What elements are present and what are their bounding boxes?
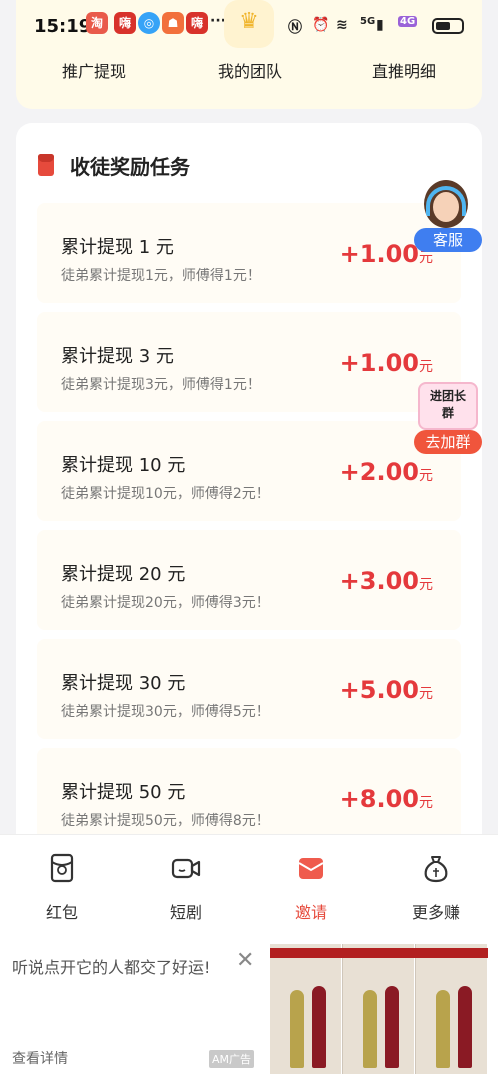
reward-amount: +3.00 <box>339 567 419 595</box>
tab-label: 邀请 <box>294 903 327 922</box>
reward-unit: 元 <box>419 795 433 811</box>
task-reward: +1.00元 <box>340 349 433 377</box>
ad-details-link[interactable]: 查看详情 <box>12 1048 68 1068</box>
reward-unit: 元 <box>419 577 433 593</box>
alarm-icon: ⏰ <box>312 17 330 33</box>
customer-service-avatar-icon <box>424 180 468 228</box>
task-title: 累计提现 1 元 <box>61 237 174 258</box>
task-reward: +5.00元 <box>340 676 433 704</box>
task-desc: 徒弟累计提现3元，师傅得1元！ <box>61 377 261 393</box>
tab-label: 更多赚 <box>411 903 460 922</box>
reward-amount: +1.00 <box>339 240 419 268</box>
ad-banner[interactable]: 听说点开它的人都交了好运! ✕ 查看详情 AM广告 <box>0 934 498 1080</box>
task-card[interactable]: 累计提现 50 元 徒弟累计提现50元，师傅得8元！ +8.00元 <box>37 748 461 848</box>
join-group-button[interactable]: 进团长群 去加群 <box>414 382 482 454</box>
task-card[interactable]: 累计提现 1 元 徒弟累计提现1元，师傅得1元！ +1.00元 <box>37 203 461 303</box>
notification-app-icon: 嗨 <box>186 12 208 34</box>
task-panel: 收徒奖励任务 累计提现 1 元 徒弟累计提现1元，师傅得1元！ +1.00元 累… <box>16 123 482 848</box>
reward-unit: 元 <box>419 686 433 702</box>
task-title: 累计提现 50 元 <box>61 782 186 803</box>
red-envelope-icon <box>38 154 54 176</box>
my-team-link[interactable]: 我的团队 <box>218 58 282 82</box>
tab-short-drama[interactable]: 短剧 <box>124 835 248 935</box>
task-desc: 徒弟累计提现10元，师傅得2元！ <box>61 486 270 502</box>
tab-invite[interactable]: 邀请 <box>249 835 373 935</box>
nfc-icon: Ⓝ <box>288 20 302 36</box>
task-desc: 徒弟累计提现50元，师傅得8元！ <box>61 813 270 829</box>
battery-icon <box>432 18 464 34</box>
top-links: 推广提现 我的团队 直推明细 <box>16 58 482 82</box>
join-group-label: 去加群 <box>414 430 482 454</box>
task-title: 累计提现 20 元 <box>61 564 186 585</box>
tab-label: 短剧 <box>169 903 202 922</box>
video-camera-icon <box>171 858 201 879</box>
customer-service-label: 客服 <box>414 228 482 252</box>
task-reward: +2.00元 <box>340 458 433 486</box>
notification-app-icon: ◎ <box>138 12 160 34</box>
reward-unit: 元 <box>419 359 433 375</box>
task-desc: 徒弟累计提现30元，师傅得5元！ <box>61 704 270 720</box>
group-chat-icon: 进团长群 <box>418 382 478 430</box>
tab-label: 红包 <box>45 903 78 922</box>
task-reward: +8.00元 <box>340 785 433 813</box>
invite-envelope-icon <box>298 858 324 879</box>
ad-tag: AM广告 <box>209 1050 255 1068</box>
task-title: 累计提现 30 元 <box>61 673 186 694</box>
task-desc: 徒弟累计提现20元，师傅得3元！ <box>61 595 270 611</box>
notification-app-icon: 淘 <box>86 12 108 34</box>
crown-badge-icon[interactable]: ♛ <box>224 0 274 48</box>
tab-earn-more[interactable]: 更多赚 <box>374 835 498 935</box>
task-reward: +3.00元 <box>340 567 433 595</box>
task-title: 累计提现 10 元 <box>61 455 186 476</box>
task-card[interactable]: 累计提现 20 元 徒弟累计提现20元，师傅得3元！ +3.00元 <box>37 530 461 630</box>
task-card[interactable]: 累计提现 3 元 徒弟累计提现3元，师傅得1元！ +1.00元 <box>37 312 461 412</box>
red-packet-icon <box>50 853 74 883</box>
reward-amount: +2.00 <box>339 458 419 486</box>
notification-app-icon: ☗ <box>162 12 184 34</box>
signal-icon: ▮ <box>376 17 384 33</box>
customer-service-button[interactable]: 客服 <box>414 180 482 254</box>
notification-app-icon: 嗨 <box>114 12 136 34</box>
task-title: 累计提现 3 元 <box>61 346 174 367</box>
network-label: 5G <box>360 16 376 27</box>
promote-withdraw-link[interactable]: 推广提现 <box>62 58 126 82</box>
direct-details-link[interactable]: 直推明细 <box>372 58 436 82</box>
task-card[interactable]: 累计提现 30 元 徒弟累计提现30元，师傅得5元！ +5.00元 <box>37 639 461 739</box>
task-desc: 徒弟累计提现1元，师傅得1元！ <box>61 268 261 284</box>
close-icon[interactable]: ✕ <box>236 948 254 973</box>
reward-amount: +8.00 <box>339 785 419 813</box>
reward-amount: +5.00 <box>339 676 419 704</box>
reward-amount: +1.00 <box>339 349 419 377</box>
reward-unit: 元 <box>419 468 433 484</box>
status-time: 15:19 <box>34 16 92 37</box>
wifi-icon: ≋ <box>336 17 348 33</box>
panel-title-text: 收徒奖励任务 <box>70 155 190 179</box>
network-label-2: 4G <box>398 16 418 27</box>
bottom-tab-bar: 红包 短剧 邀请 更多赚 <box>0 834 498 934</box>
tab-red-packet[interactable]: 红包 <box>0 835 124 935</box>
ad-image[interactable] <box>270 944 488 1074</box>
group-title: 进团长群 <box>429 389 466 420</box>
task-card[interactable]: 累计提现 10 元 徒弟累计提现10元，师傅得2元！ +2.00元 <box>37 421 461 521</box>
money-bag-icon <box>424 856 448 883</box>
ad-text: 听说点开它的人都交了好运! <box>12 958 211 977</box>
